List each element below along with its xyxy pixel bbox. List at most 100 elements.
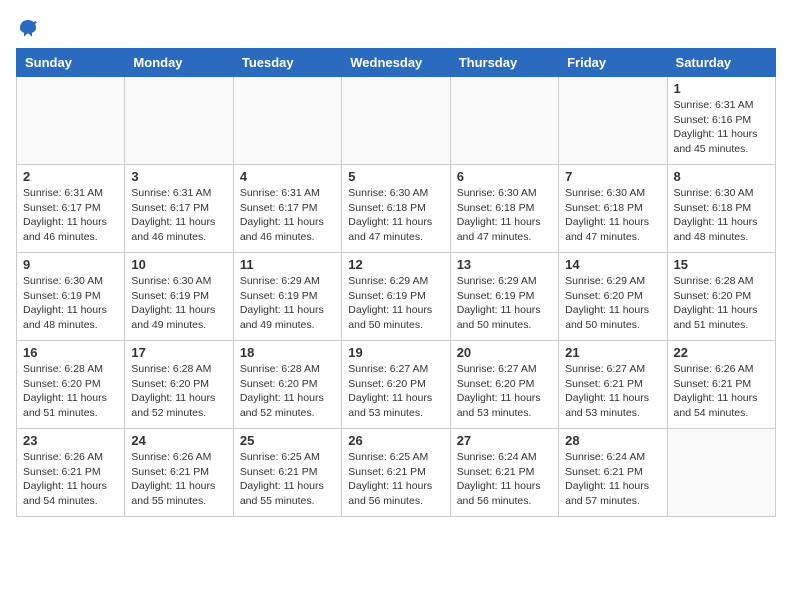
day-number: 13 — [457, 257, 552, 272]
logo-icon — [16, 16, 40, 40]
calendar-cell: 28 Sunrise: 6:24 AM Sunset: 6:21 PM Dayli… — [559, 429, 667, 517]
calendar-cell: 11 Sunrise: 6:29 AM Sunset: 6:19 PM Dayli… — [233, 253, 341, 341]
calendar-week-2: 9 Sunrise: 6:30 AM Sunset: 6:19 PM Daylig… — [17, 253, 776, 341]
day-info: Sunrise: 6:29 AM Sunset: 6:19 PM Dayligh… — [240, 274, 335, 333]
calendar-cell: 8 Sunrise: 6:30 AM Sunset: 6:18 PM Daylig… — [667, 165, 775, 253]
day-info: Sunrise: 6:30 AM Sunset: 6:18 PM Dayligh… — [674, 186, 769, 245]
day-info: Sunrise: 6:26 AM Sunset: 6:21 PM Dayligh… — [131, 450, 226, 509]
day-number: 12 — [348, 257, 443, 272]
day-header-monday: Monday — [125, 49, 233, 77]
calendar-cell: 22 Sunrise: 6:26 AM Sunset: 6:21 PM Dayli… — [667, 341, 775, 429]
day-info: Sunrise: 6:28 AM Sunset: 6:20 PM Dayligh… — [674, 274, 769, 333]
day-number: 14 — [565, 257, 660, 272]
day-number: 15 — [674, 257, 769, 272]
calendar-cell: 23 Sunrise: 6:26 AM Sunset: 6:21 PM Dayli… — [17, 429, 125, 517]
calendar-cell: 4 Sunrise: 6:31 AM Sunset: 6:17 PM Daylig… — [233, 165, 341, 253]
day-info: Sunrise: 6:29 AM Sunset: 6:20 PM Dayligh… — [565, 274, 660, 333]
day-number: 19 — [348, 345, 443, 360]
day-info: Sunrise: 6:27 AM Sunset: 6:20 PM Dayligh… — [348, 362, 443, 421]
calendar-cell — [17, 77, 125, 165]
day-info: Sunrise: 6:28 AM Sunset: 6:20 PM Dayligh… — [23, 362, 118, 421]
day-info: Sunrise: 6:26 AM Sunset: 6:21 PM Dayligh… — [23, 450, 118, 509]
calendar-cell: 20 Sunrise: 6:27 AM Sunset: 6:20 PM Dayli… — [450, 341, 558, 429]
page-header — [16, 16, 776, 40]
calendar-table: SundayMondayTuesdayWednesdayThursdayFrid… — [16, 48, 776, 517]
calendar-cell: 12 Sunrise: 6:29 AM Sunset: 6:19 PM Dayli… — [342, 253, 450, 341]
day-info: Sunrise: 6:29 AM Sunset: 6:19 PM Dayligh… — [457, 274, 552, 333]
calendar-cell: 5 Sunrise: 6:30 AM Sunset: 6:18 PM Daylig… — [342, 165, 450, 253]
day-number: 28 — [565, 433, 660, 448]
day-number: 24 — [131, 433, 226, 448]
day-number: 23 — [23, 433, 118, 448]
day-number: 4 — [240, 169, 335, 184]
day-header-saturday: Saturday — [667, 49, 775, 77]
calendar-cell: 9Sunrise: 6:30 AM Sunset: 6:19 PM Daylig… — [17, 253, 125, 341]
calendar-cell: 26 Sunrise: 6:25 AM Sunset: 6:21 PM Dayli… — [342, 429, 450, 517]
day-number: 27 — [457, 433, 552, 448]
calendar-week-0: 1 Sunrise: 6:31 AM Sunset: 6:16 PM Daylig… — [17, 77, 776, 165]
calendar-cell: 18Sunrise: 6:28 AM Sunset: 6:20 PM Dayli… — [233, 341, 341, 429]
calendar-cell — [667, 429, 775, 517]
day-number: 17 — [131, 345, 226, 360]
day-info: Sunrise: 6:25 AM Sunset: 6:21 PM Dayligh… — [240, 450, 335, 509]
day-header-tuesday: Tuesday — [233, 49, 341, 77]
calendar-cell — [559, 77, 667, 165]
calendar-week-1: 2 Sunrise: 6:31 AM Sunset: 6:17 PM Daylig… — [17, 165, 776, 253]
day-number: 2 — [23, 169, 118, 184]
calendar-week-4: 23 Sunrise: 6:26 AM Sunset: 6:21 PM Dayli… — [17, 429, 776, 517]
day-info: Sunrise: 6:25 AM Sunset: 6:21 PM Dayligh… — [348, 450, 443, 509]
day-header-wednesday: Wednesday — [342, 49, 450, 77]
day-info: Sunrise: 6:27 AM Sunset: 6:20 PM Dayligh… — [457, 362, 552, 421]
day-number: 20 — [457, 345, 552, 360]
day-number: 5 — [348, 169, 443, 184]
day-number: 22 — [674, 345, 769, 360]
calendar-cell: 17Sunrise: 6:28 AM Sunset: 6:20 PM Dayli… — [125, 341, 233, 429]
day-number: 6 — [457, 169, 552, 184]
calendar-cell — [233, 77, 341, 165]
calendar-cell: 15 Sunrise: 6:28 AM Sunset: 6:20 PM Dayli… — [667, 253, 775, 341]
day-number: 21 — [565, 345, 660, 360]
day-info: Sunrise: 6:26 AM Sunset: 6:21 PM Dayligh… — [674, 362, 769, 421]
day-number: 25 — [240, 433, 335, 448]
calendar-cell — [450, 77, 558, 165]
calendar-cell: 21 Sunrise: 6:27 AM Sunset: 6:21 PM Dayli… — [559, 341, 667, 429]
day-info: Sunrise: 6:28 AM Sunset: 6:20 PM Dayligh… — [240, 362, 335, 421]
calendar-cell: 19 Sunrise: 6:27 AM Sunset: 6:20 PM Dayli… — [342, 341, 450, 429]
calendar-cell: 7 Sunrise: 6:30 AM Sunset: 6:18 PM Daylig… — [559, 165, 667, 253]
calendar-cell: 24 Sunrise: 6:26 AM Sunset: 6:21 PM Dayli… — [125, 429, 233, 517]
day-number: 3 — [131, 169, 226, 184]
day-info: Sunrise: 6:29 AM Sunset: 6:19 PM Dayligh… — [348, 274, 443, 333]
calendar-cell: 14 Sunrise: 6:29 AM Sunset: 6:20 PM Dayli… — [559, 253, 667, 341]
day-number: 7 — [565, 169, 660, 184]
day-info: Sunrise: 6:30 AM Sunset: 6:19 PM Dayligh… — [131, 274, 226, 333]
day-number: 8 — [674, 169, 769, 184]
calendar-cell: 6Sunrise: 6:30 AM Sunset: 6:18 PM Daylig… — [450, 165, 558, 253]
calendar-cell: 27 Sunrise: 6:24 AM Sunset: 6:21 PM Dayli… — [450, 429, 558, 517]
day-number: 16 — [23, 345, 118, 360]
day-info: Sunrise: 6:27 AM Sunset: 6:21 PM Dayligh… — [565, 362, 660, 421]
calendar-cell: 16 Sunrise: 6:28 AM Sunset: 6:20 PM Dayli… — [17, 341, 125, 429]
day-info: Sunrise: 6:30 AM Sunset: 6:18 PM Dayligh… — [565, 186, 660, 245]
day-number: 10 — [131, 257, 226, 272]
day-header-thursday: Thursday — [450, 49, 558, 77]
day-number: 9 — [23, 257, 118, 272]
calendar-cell: 3 Sunrise: 6:31 AM Sunset: 6:17 PM Daylig… — [125, 165, 233, 253]
day-number: 11 — [240, 257, 335, 272]
calendar-cell — [342, 77, 450, 165]
calendar-header-row: SundayMondayTuesdayWednesdayThursdayFrid… — [17, 49, 776, 77]
day-info: Sunrise: 6:31 AM Sunset: 6:16 PM Dayligh… — [674, 98, 769, 157]
calendar-cell: 25 Sunrise: 6:25 AM Sunset: 6:21 PM Dayli… — [233, 429, 341, 517]
day-header-friday: Friday — [559, 49, 667, 77]
day-info: Sunrise: 6:31 AM Sunset: 6:17 PM Dayligh… — [240, 186, 335, 245]
day-info: Sunrise: 6:30 AM Sunset: 6:18 PM Dayligh… — [348, 186, 443, 245]
day-info: Sunrise: 6:31 AM Sunset: 6:17 PM Dayligh… — [131, 186, 226, 245]
calendar-cell: 2Sunrise: 6:31 AM Sunset: 6:17 PM Daylig… — [17, 165, 125, 253]
day-info: Sunrise: 6:24 AM Sunset: 6:21 PM Dayligh… — [457, 450, 552, 509]
calendar-cell: 10 Sunrise: 6:30 AM Sunset: 6:19 PM Dayli… — [125, 253, 233, 341]
day-number: 1 — [674, 81, 769, 96]
calendar-cell — [125, 77, 233, 165]
calendar-cell: 13 Sunrise: 6:29 AM Sunset: 6:19 PM Dayli… — [450, 253, 558, 341]
day-info: Sunrise: 6:24 AM Sunset: 6:21 PM Dayligh… — [565, 450, 660, 509]
day-number: 26 — [348, 433, 443, 448]
day-header-sunday: Sunday — [17, 49, 125, 77]
